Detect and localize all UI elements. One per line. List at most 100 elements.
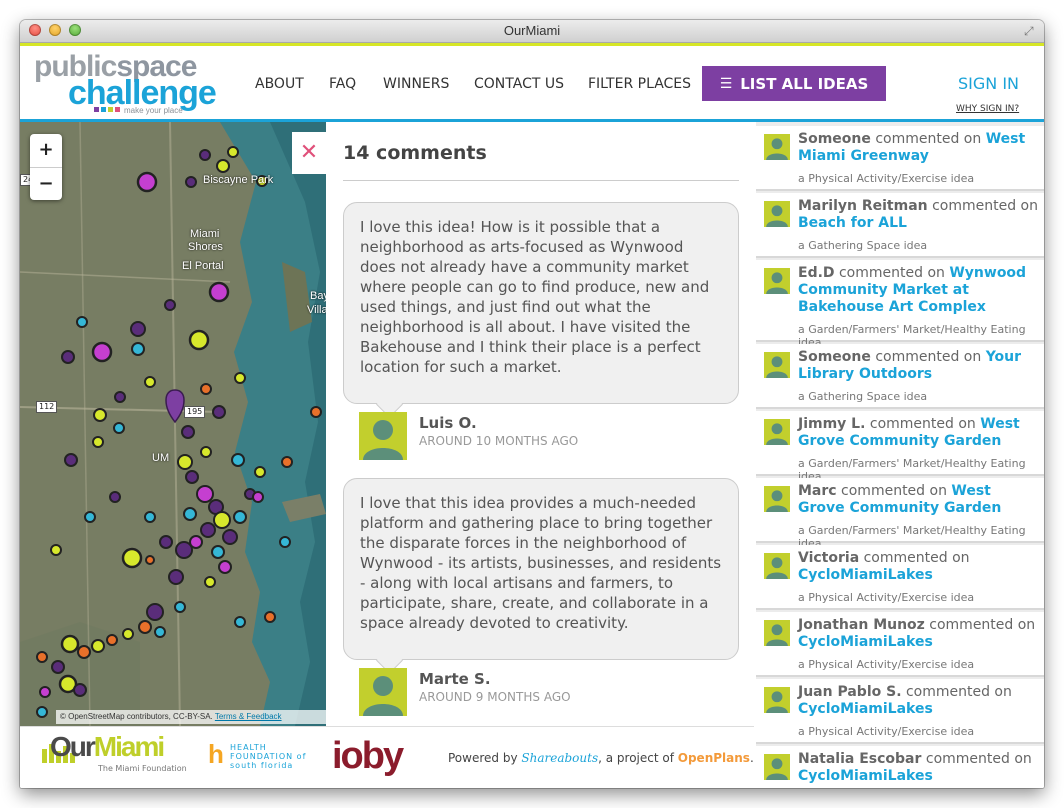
zoom-control: + −	[30, 134, 62, 200]
attribution-text: © OpenStreetMap contributors, CC-BY-SA.	[60, 712, 213, 721]
activity-item[interactable]: Jimmy L. commented on West Grove Communi…	[756, 411, 1044, 483]
activity-item[interactable]: Ed.D commented on Wynwood Community Mark…	[756, 260, 1044, 349]
activity-item[interactable]: Marilyn Reitman commented on Beach for A…	[756, 193, 1044, 258]
map-label-shores: Shores	[188, 241, 223, 253]
map-label-villa: Villa	[307, 304, 326, 316]
activity-feed: Someone commented on West Miami Greenway…	[756, 122, 1044, 788]
comment-count: 14 comments	[343, 142, 487, 164]
avatar	[764, 419, 790, 445]
activity-verb: commented on	[929, 617, 1036, 633]
activity-item[interactable]: Juan Pablo S. commented on CycloMiamiLak…	[756, 679, 1044, 744]
activity-user[interactable]: Jonathan Munoz	[798, 617, 925, 633]
shareabouts-link[interactable]: Shareabouts	[521, 751, 598, 765]
map-canvas[interactable]	[20, 122, 326, 726]
site-footer: OurMiami The Miami Foundation h HEALTH F…	[20, 726, 754, 788]
nav-contact-us[interactable]: CONTACT US	[474, 76, 564, 92]
activity-item[interactable]: Someone commented on West Miami Greenway…	[756, 126, 1044, 191]
nav-filter-places[interactable]: FILTER PLACES	[588, 76, 691, 92]
activity-user[interactable]: Juan Pablo S.	[798, 684, 902, 700]
footer-period: .	[749, 751, 754, 765]
comments-divider	[343, 180, 739, 181]
health-foundation-mark: h	[208, 739, 224, 769]
activity-verb: commented on	[869, 416, 976, 432]
road-shield-195: 195	[184, 406, 206, 418]
avatar	[764, 687, 790, 713]
activity-user[interactable]: Victoria	[798, 550, 859, 566]
comment-author[interactable]: Marte S.	[419, 670, 491, 688]
terms-feedback-link[interactable]: Terms & Feedback	[215, 712, 282, 721]
activity-idea-link[interactable]: CycloMiamiLakes	[798, 567, 933, 583]
activity-category: a Gathering Space idea	[798, 390, 928, 403]
activity-user[interactable]: Natalia Escobar	[798, 751, 921, 767]
activity-user[interactable]: Someone	[798, 131, 871, 147]
activity-idea-link[interactable]: CycloMiamiLakes	[798, 701, 933, 717]
activity-verb: commented on	[841, 483, 947, 499]
avatar	[764, 553, 790, 579]
activity-user[interactable]: Jimmy L.	[798, 416, 865, 432]
activity-item[interactable]: Marc commented on West Grove Community G…	[756, 478, 1044, 550]
comment-bubble: I love this idea! How is it possible tha…	[343, 202, 739, 404]
comment-author[interactable]: Luis O.	[419, 414, 477, 432]
our-miami-text-our: Our	[50, 731, 96, 762]
activity-verb: commented on	[925, 751, 1032, 767]
nav-faq[interactable]: FAQ	[329, 76, 356, 92]
project-of-text: , a project of	[598, 751, 674, 765]
activity-user[interactable]: Marc	[798, 483, 837, 499]
fullscreen-icon[interactable]: ⤢	[1024, 24, 1038, 38]
avatar	[764, 754, 790, 780]
comment-timestamp: AROUND 10 MONTHS AGO	[419, 434, 579, 448]
openplans-link[interactable]: OpenPlans	[678, 751, 750, 765]
activity-user[interactable]: Someone	[798, 349, 871, 365]
our-miami-logo[interactable]: OurMiami The Miami Foundation	[40, 733, 188, 777]
sign-in-link[interactable]: SIGN IN	[958, 74, 1019, 93]
activity-idea-link[interactable]: CycloMiamiLakes	[798, 634, 933, 650]
list-all-ideas-label: LIST ALL IDEAS	[740, 74, 869, 93]
logo-tagline: make your place	[124, 106, 183, 115]
logo-square-green	[108, 107, 113, 112]
logo-square-purple	[94, 107, 99, 112]
road-shield-112: 112	[36, 401, 58, 413]
health-foundation-logo[interactable]: h HEALTH FOUNDATION of south florida	[208, 741, 308, 771]
activity-item[interactable]: Victoria commented on CycloMiamiLakes a …	[756, 545, 1044, 610]
powered-by-text: Powered by Shareabouts, a project of Ope…	[448, 751, 754, 765]
nav-about[interactable]: ABOUT	[255, 76, 304, 92]
logo-square-blue	[101, 107, 106, 112]
activity-user[interactable]: Marilyn Reitman	[798, 198, 928, 214]
activity-item[interactable]: Someone commented on Your Library Outdoo…	[756, 344, 1044, 409]
activity-item[interactable]: Natalia Escobar commented on CycloMiamiL…	[756, 746, 1044, 788]
avatar	[764, 268, 790, 294]
activity-idea-link[interactable]: Beach for ALL	[798, 215, 907, 231]
map-attribution: © OpenStreetMap contributors, CC-BY-SA. …	[56, 710, 326, 724]
close-icon: ✕	[299, 140, 319, 165]
zoom-out-button[interactable]: −	[30, 168, 62, 201]
avatar	[764, 134, 790, 160]
activity-idea-link[interactable]: CycloMiamiLakes	[798, 768, 933, 784]
comment-text: I love this idea! How is it possible tha…	[360, 218, 710, 376]
map-view[interactable]: Biscayne Park Miami Shores El Portal Bay…	[20, 122, 326, 726]
activity-verb: commented on	[932, 198, 1038, 214]
map-label-biscayne-park: Biscayne Park	[203, 174, 274, 186]
public-space-challenge-logo[interactable]: publicspace challenge make your place	[34, 52, 234, 116]
activity-verb: commented on	[905, 684, 1012, 700]
avatar	[764, 486, 790, 512]
activity-verb: commented on	[875, 349, 982, 365]
why-sign-in-link[interactable]: WHY SIGN IN?	[956, 104, 1019, 114]
activity-category: a Gathering Space idea	[798, 239, 928, 252]
activity-category: a Physical Activity/Exercise idea	[798, 725, 975, 738]
close-comments-button[interactable]: ✕	[292, 132, 326, 174]
comment-text: I love that this idea provides a much-ne…	[360, 494, 722, 632]
avatar	[359, 668, 407, 716]
zoom-in-button[interactable]: +	[30, 134, 62, 168]
map-label-el-portal: El Portal	[182, 260, 224, 272]
list-all-ideas-button[interactable]: ☰ LIST ALL IDEAS	[702, 66, 886, 101]
ioby-logo[interactable]: ioby	[332, 737, 404, 775]
our-miami-text-miami: Miami	[93, 731, 165, 762]
activity-verb: commented on	[863, 550, 970, 566]
activity-user[interactable]: Ed.D	[798, 265, 835, 281]
logo-square-pink	[115, 107, 120, 112]
activity-verb: commented on	[875, 131, 982, 147]
activity-item[interactable]: Jonathan Munoz commented on CycloMiamiLa…	[756, 612, 1044, 677]
comment-timestamp: AROUND 9 MONTHS AGO	[419, 690, 571, 704]
nav-winners[interactable]: WINNERS	[383, 76, 449, 92]
avatar	[764, 620, 790, 646]
